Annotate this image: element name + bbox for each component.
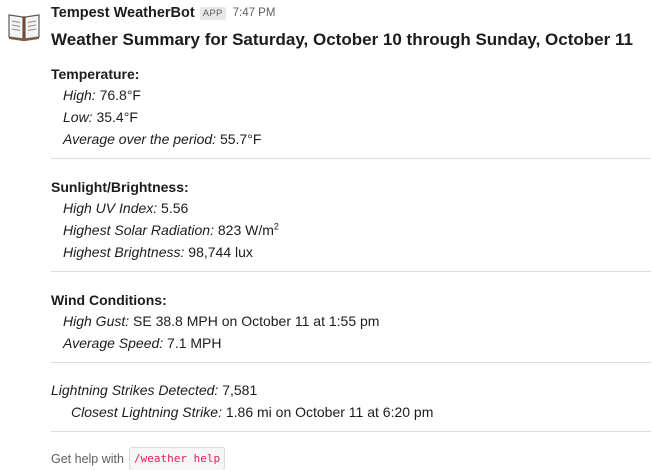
temperature-average-value: 55.7°F — [216, 131, 262, 147]
message-body: Weather Summary for Saturday, October 10… — [51, 28, 651, 470]
help-text: Get help with — [51, 452, 124, 466]
lightning-detected-value: 7,581 — [218, 382, 258, 398]
wind-heading: Wind Conditions: — [51, 292, 167, 308]
temperature-high: High: 76.8°F — [51, 84, 651, 106]
wind-average: Average Speed: 7.1 MPH — [51, 332, 651, 354]
brightness: Highest Brightness: 98,744 lux — [51, 241, 651, 263]
temperature-low-label: Low: — [63, 109, 93, 125]
lightning-closest: Closest Lightning Strike: 1.86 mi on Oct… — [51, 401, 651, 423]
uv-index-label: High UV Index: — [63, 200, 158, 216]
message-timestamp[interactable]: 7:47 PM — [233, 7, 276, 19]
lightning-detected-label: Lightning Strikes Detected: — [51, 382, 219, 398]
sunlight-heading: Sunlight/Brightness: — [51, 179, 189, 195]
summary-title: Weather Summary for Saturday, October 10… — [51, 30, 633, 49]
lightning-detected: Lightning Strikes Detected: 7,581 — [51, 379, 651, 401]
temperature-average: Average over the period: 55.7°F — [51, 128, 651, 150]
brightness-value: 98,744 lux — [184, 244, 253, 260]
slack-message: Tempest WeatherBot APP 7:47 PM Weather S… — [0, 0, 652, 470]
wind-gust: High Gust: SE 38.8 MPH on October 11 at … — [51, 310, 651, 332]
open-book-icon[interactable] — [6, 6, 42, 42]
wind-average-value: 7.1 MPH — [163, 335, 222, 351]
help-command[interactable]: /weather help — [128, 447, 226, 470]
message-header: Tempest WeatherBot APP 7:47 PM — [51, 3, 275, 23]
solar-radiation-value: 823 W/m — [213, 222, 274, 238]
solar-radiation: Highest Solar Radiation: 823 W/m2 — [51, 219, 651, 241]
solar-radiation-exponent: 2 — [273, 221, 279, 232]
temperature-heading: Temperature: — [51, 66, 140, 82]
app-badge: APP — [199, 6, 226, 20]
wind-gust-value: SE 38.8 MPH on October 11 at 1:55 pm — [129, 313, 380, 329]
wind-average-label: Average Speed: — [63, 335, 164, 351]
temperature-average-label: Average over the period: — [63, 131, 217, 147]
solar-radiation-label: Highest Solar Radiation: — [63, 222, 214, 238]
uv-index-value: 5.56 — [157, 200, 189, 216]
lightning-closest-value: 1.86 mi on October 11 at 6:20 pm — [221, 404, 434, 420]
wind-gust-label: High Gust: — [63, 313, 130, 329]
uv-index: High UV Index: 5.56 — [51, 197, 651, 219]
brightness-label: Highest Brightness: — [63, 244, 185, 260]
temperature-low-value: 35.4°F — [92, 109, 138, 125]
temperature-high-label: High: — [63, 87, 96, 103]
lightning-closest-label: Closest Lightning Strike: — [71, 404, 222, 420]
help-footer: Get help with /weather help — [51, 447, 651, 470]
temperature-low: Low: 35.4°F — [51, 106, 651, 128]
bot-name[interactable]: Tempest WeatherBot — [51, 5, 195, 21]
temperature-high-value: 76.8°F — [95, 87, 141, 103]
